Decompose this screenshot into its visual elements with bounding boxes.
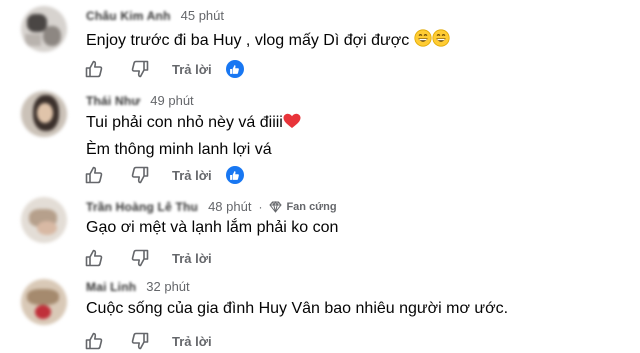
comment-line: Gạo ơi mệt và lạnh lắm phải ko con: [86, 219, 339, 236]
fan-badge-label: Fan cứng: [286, 200, 337, 213]
like-reaction-icon[interactable]: [225, 60, 244, 78]
comment-text: Enjoy trước đi ba Huy , vlog mấy Dì đợi …: [86, 29, 450, 53]
avatar[interactable]: [21, 197, 67, 243]
reply-button[interactable]: Trả lời: [172, 168, 212, 183]
comment-author[interactable]: Châu Kim Anh: [86, 9, 171, 23]
fan-badge: Fan cứng: [269, 200, 337, 213]
dislike-thumb-icon[interactable]: [128, 246, 152, 270]
comment-line: Tui phải con nhỏ nèy vá điiii: [86, 114, 283, 131]
comment-line: Cuộc sống của gia đình Huy Vân bao nhiêu…: [86, 300, 509, 317]
like-thumb-icon[interactable]: [82, 246, 106, 270]
dislike-thumb-icon[interactable]: [128, 57, 152, 81]
like-thumb-icon[interactable]: [82, 329, 106, 353]
like-reaction-icon[interactable]: [225, 166, 244, 184]
like-thumb-icon[interactable]: [82, 163, 106, 187]
diamond-icon: [269, 200, 283, 213]
reply-button[interactable]: Trả lời: [172, 62, 212, 77]
comment-time[interactable]: 45 phút: [181, 8, 224, 23]
red-heart-icon: [283, 113, 301, 135]
comment-line: Enjoy trước đi ba Huy , vlog mấy Dì đợi …: [86, 32, 410, 49]
comment-line: Èm thông minh lanh lợi vá: [86, 141, 272, 158]
grinning-emoji-icon: [414, 29, 450, 53]
like-thumb-icon[interactable]: [82, 57, 106, 81]
avatar[interactable]: [21, 6, 67, 52]
comment-author[interactable]: Trần Hoàng Lê Thu: [86, 200, 198, 214]
avatar[interactable]: [21, 91, 67, 137]
avatar[interactable]: [21, 279, 67, 325]
comment-text: Cuộc sống của gia đình Huy Vân bao nhiêu…: [86, 299, 508, 319]
comment-author[interactable]: Mai Linh: [86, 280, 136, 294]
comment-author[interactable]: Thái Như: [86, 94, 140, 108]
dislike-thumb-icon[interactable]: [128, 163, 152, 187]
dislike-thumb-icon[interactable]: [128, 329, 152, 353]
comment-text: Gạo ơi mệt và lạnh lắm phải ko con: [86, 218, 338, 238]
comment-time[interactable]: 49 phút: [150, 93, 193, 108]
comment-time[interactable]: 32 phút: [146, 279, 189, 294]
comment-text: Tui phải con nhỏ nèy vá điiii Èm thông m…: [86, 113, 301, 160]
reply-button[interactable]: Trả lời: [172, 251, 212, 266]
separator-dot: ·: [258, 199, 263, 214]
reply-button[interactable]: Trả lời: [172, 334, 212, 349]
comment-time[interactable]: 48 phút: [208, 199, 251, 214]
